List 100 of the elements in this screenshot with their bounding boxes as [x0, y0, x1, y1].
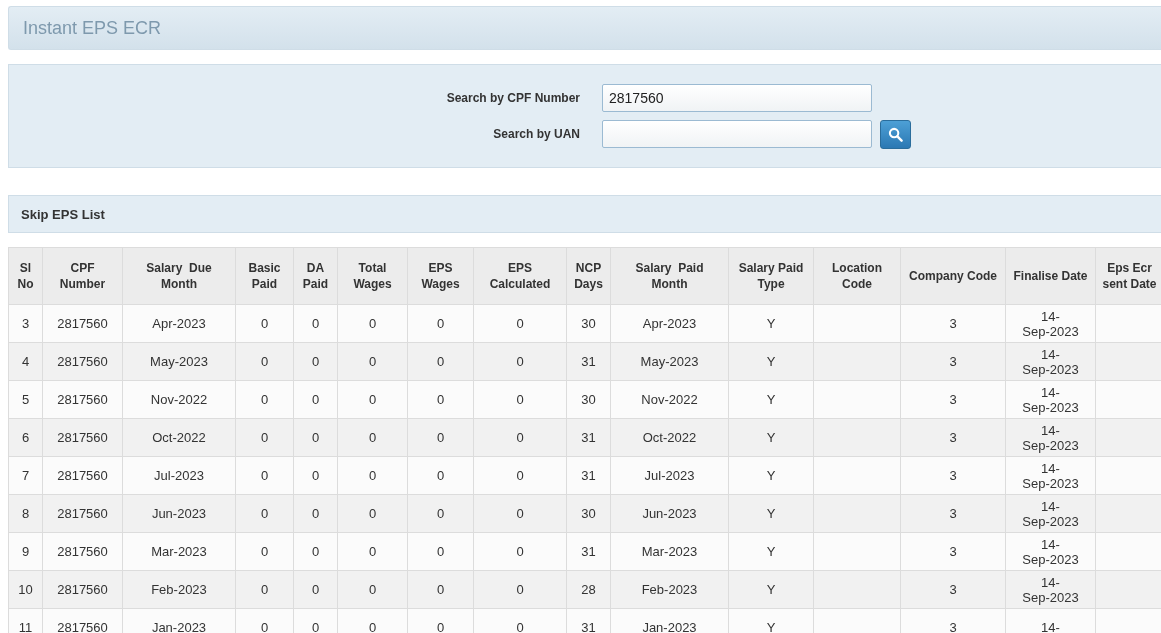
table-cell: 3 [949, 582, 957, 597]
table-cell: 0 [311, 506, 320, 521]
list-title: Skip EPS List [21, 206, 105, 222]
input-field[interactable] [602, 120, 872, 148]
table-cell: 11 [18, 620, 33, 633]
table-cell: 0 [368, 316, 377, 331]
table-cell: Y [766, 620, 776, 633]
table-cell: 0 [436, 392, 445, 407]
table-cell: 5 [21, 392, 30, 407]
table-cell: 3 [949, 392, 957, 407]
table-cell: Jun-2023 [642, 506, 697, 521]
table-cell: Y [766, 582, 776, 597]
table-cell: 0 [516, 468, 524, 483]
table-cell: Nov-2022 [641, 392, 698, 407]
table-cell: 0 [368, 544, 377, 559]
column-header: Finalise Date [1005, 247, 1096, 305]
table-cell: 0 [436, 506, 445, 521]
table-cell: 0 [311, 316, 320, 331]
table-cell: 0 [311, 392, 320, 407]
column-header: Eps Ecr sent Date [1095, 247, 1161, 305]
table-cell: 0 [260, 620, 269, 633]
table-cell: 3 [949, 620, 957, 633]
table-cell: 0 [260, 354, 269, 369]
table-cell: 2817560 [57, 582, 108, 597]
table-cell: 2817560 [57, 468, 108, 483]
table-cell: Jul-2023 [154, 468, 204, 483]
table-cell: Oct-2022 [642, 430, 697, 445]
table-cell: 14-Sep-2023 [1022, 346, 1079, 377]
table-cell: 0 [260, 430, 269, 445]
table-cell: Y [766, 468, 776, 483]
table-cell: 0 [516, 392, 524, 407]
input-field[interactable]: 2817560 [602, 83, 872, 112]
table-cell: 0 [436, 468, 445, 483]
table-cell: Y [766, 392, 776, 407]
table-cell: 0 [260, 582, 269, 597]
table-cell: Nov-2022 [150, 392, 208, 407]
field-label: Search by CPF Number [445, 90, 581, 105]
table-cell: 0 [436, 430, 445, 445]
table-cell: 14-Sep-2023 [1022, 422, 1079, 453]
table-cell: 4 [21, 354, 30, 369]
column-header: CPF Number [42, 247, 123, 305]
table-cell: 0 [436, 316, 445, 331]
table-cell: Jan-2023 [151, 620, 207, 633]
search-icon [888, 126, 903, 142]
table-cell: 0 [516, 620, 524, 633]
table-cell: Jun-2023 [151, 506, 207, 521]
table-cell: Oct-2022 [152, 430, 206, 445]
table-cell: 31 [581, 544, 596, 559]
table-cell: 0 [368, 468, 377, 483]
table-cell: 0 [368, 582, 377, 597]
column-header: Salary Due Month [122, 247, 236, 305]
table-cell: 0 [516, 582, 524, 597]
table-cell: 14-Sep-2023 [1022, 308, 1079, 339]
field-label: Search by UAN [492, 127, 581, 141]
table-cell: Jul-2023 [644, 468, 695, 483]
table-cell: 0 [368, 620, 377, 633]
table-cell: 0 [436, 354, 445, 369]
table-cell: 9 [21, 544, 30, 559]
table-cell: 2817560 [57, 506, 108, 521]
table-cell: 14- [1041, 620, 1060, 633]
table-cell: Y [766, 430, 776, 445]
table-cell: 3 [21, 316, 30, 331]
table-cell: 0 [260, 468, 269, 483]
table-cell: 14-Sep-2023 [1022, 574, 1079, 605]
table-cell: 0 [260, 316, 269, 331]
column-header: Company Code [900, 247, 1006, 305]
table-cell: 2817560 [57, 354, 108, 369]
column-header: Basic Paid [235, 247, 294, 305]
table-cell: 0 [311, 582, 320, 597]
table-cell: 28 [581, 582, 596, 597]
table-cell: Y [766, 354, 776, 369]
column-header: Total Wages [337, 247, 408, 305]
column-header: Location Code [813, 247, 901, 305]
table-cell: 0 [368, 430, 377, 445]
table-cell: Jan-2023 [642, 620, 697, 633]
table-cell: 0 [436, 544, 445, 559]
column-header: Sl No [8, 247, 43, 305]
table-cell: 7 [21, 468, 30, 483]
table-cell: 30 [581, 316, 596, 331]
table-cell: 8 [21, 506, 30, 521]
table-cell: 10 [18, 582, 33, 597]
table-cell: 0 [368, 392, 377, 407]
table-cell: 31 [581, 468, 596, 483]
search-button[interactable] [880, 119, 911, 149]
table-cell: 0 [260, 544, 269, 559]
column-header: NCP Days [566, 247, 611, 305]
table-cell: 0 [368, 506, 377, 521]
table-cell: 31 [581, 430, 596, 445]
table-cell: 0 [516, 430, 524, 445]
table-cell: 0 [516, 354, 524, 369]
table-cell: 3 [949, 430, 957, 445]
column-header: Salary Paid Type [728, 247, 814, 305]
table-cell: 0 [311, 468, 320, 483]
page-title: Instant EPS ECR [23, 17, 162, 39]
table-cell: 0 [311, 620, 320, 633]
table-cell: May-2023 [640, 354, 699, 369]
table-cell: 0 [516, 316, 524, 331]
table-cell: 0 [368, 354, 377, 369]
table-cell: 0 [311, 354, 320, 369]
table-cell: 0 [260, 392, 269, 407]
